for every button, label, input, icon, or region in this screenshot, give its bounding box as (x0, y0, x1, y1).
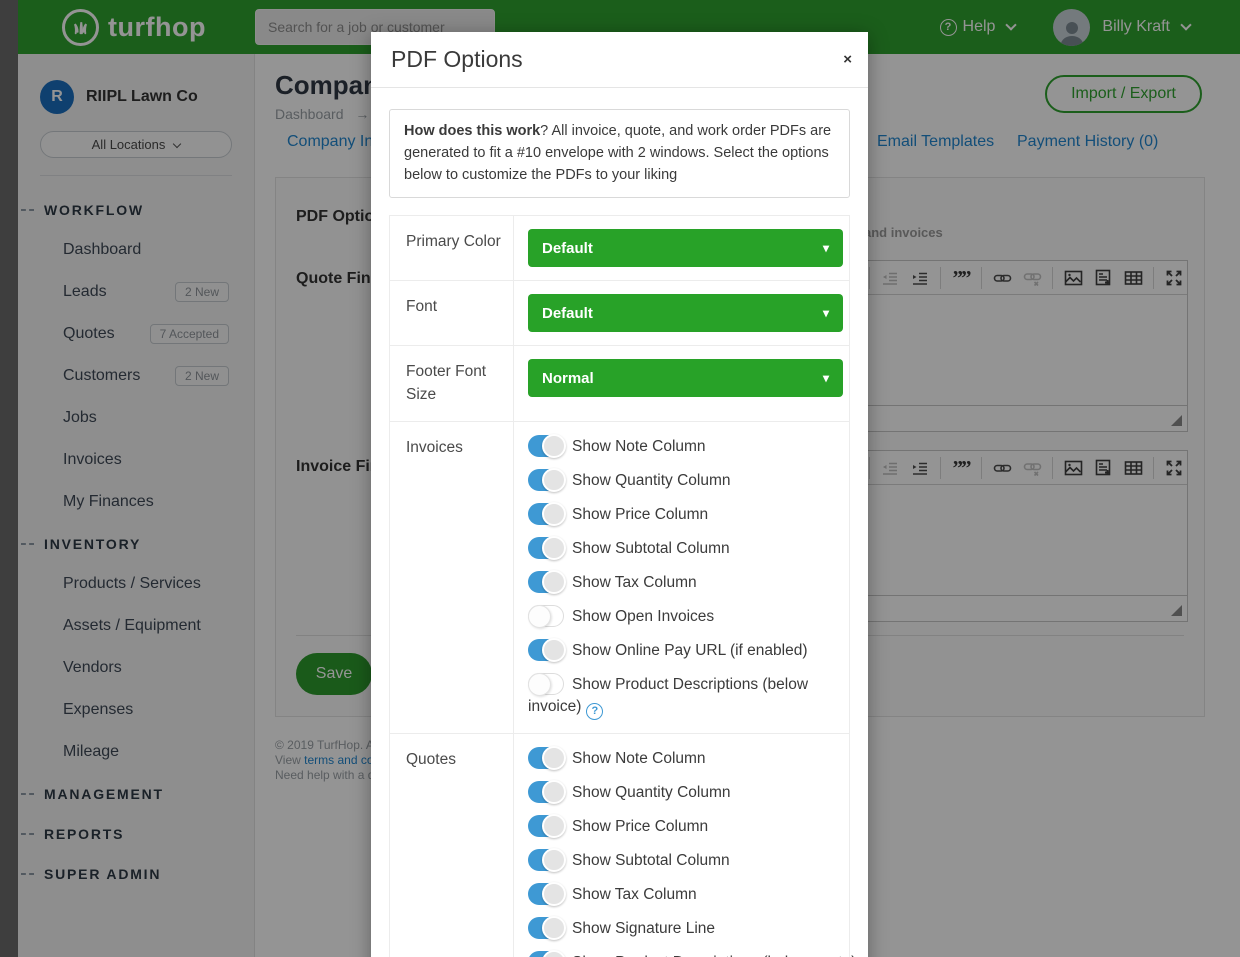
toggle-invoices-note-column[interactable] (528, 435, 564, 457)
modal-intro: How does this work? All invoice, quote, … (389, 109, 850, 198)
app-page: turfhop ? Help Billy Kraft R RIIPL L (0, 0, 1240, 957)
toggle-label: Show Signature Line (572, 920, 715, 937)
toggle-label: Show Tax Column (572, 574, 697, 591)
toggle-label: Show Price Column (572, 506, 708, 523)
toggle-invoices-quantity-column[interactable] (528, 469, 564, 491)
toggle-label: Show Tax Column (572, 886, 697, 903)
toggle-invoices-online-pay-url[interactable] (528, 639, 564, 661)
toggle-invoices-subtotal-column[interactable] (528, 537, 564, 559)
toggle-quotes-note-column[interactable] (528, 747, 564, 769)
caret-down-icon: ▾ (823, 241, 829, 255)
toggle-label: Show Note Column (572, 750, 706, 767)
footer-font-size-row: Footer Font Size Normal ▾ (390, 346, 849, 422)
modal-title: PDF Options (391, 46, 523, 73)
footer-font-size-select[interactable]: Normal ▾ (528, 359, 843, 397)
caret-down-icon: ▾ (823, 371, 829, 385)
toggle-quotes-quantity-column[interactable] (528, 781, 564, 803)
toggle-quotes-signature-line[interactable] (528, 917, 564, 939)
toggle-label: Show Quantity Column (572, 472, 731, 489)
pdf-options-table: Primary Color Default ▾ Font Default ▾ (389, 215, 850, 957)
toggle-invoices-price-column[interactable] (528, 503, 564, 525)
invoices-group-label: Invoices (390, 422, 514, 733)
toggle-invoices-tax-column[interactable] (528, 571, 564, 593)
toggle-quotes-subtotal-column[interactable] (528, 849, 564, 871)
invoices-toggle-row: Invoices Show Note Column Show Quantity … (390, 422, 849, 734)
primary-color-row: Primary Color Default ▾ (390, 216, 849, 281)
quotes-toggle-row: Quotes Show Note Column Show Quantity Co… (390, 734, 849, 957)
quotes-group-label: Quotes (390, 734, 514, 957)
toggle-label: Show Online Pay URL (if enabled) (572, 642, 808, 659)
modal-header: PDF Options × (371, 32, 868, 88)
font-select[interactable]: Default ▾ (528, 294, 843, 332)
toggle-label: Show Open Invoices (572, 608, 714, 625)
toggle-label: Show Product Descriptions (below invoice… (528, 676, 808, 715)
toggle-invoices-open-invoices[interactable] (528, 605, 564, 627)
toggle-invoices-product-descriptions[interactable] (528, 673, 564, 695)
toggle-quotes-price-column[interactable] (528, 815, 564, 837)
toggle-quotes-tax-column[interactable] (528, 883, 564, 905)
toggle-label: Show Subtotal Column (572, 852, 730, 869)
help-icon[interactable]: ? (586, 703, 603, 720)
caret-down-icon: ▾ (823, 306, 829, 320)
toggle-label: Show Subtotal Column (572, 540, 730, 557)
font-label: Font (390, 281, 514, 345)
pdf-options-modal: PDF Options × How does this work? All in… (371, 32, 868, 957)
toggle-quotes-product-descriptions[interactable] (528, 951, 564, 957)
primary-color-select[interactable]: Default ▾ (528, 229, 843, 267)
intro-bold: How does this work (404, 123, 540, 139)
toggle-label: Show Price Column (572, 818, 708, 835)
toggle-label: Show Note Column (572, 438, 706, 455)
footer-font-size-label: Footer Font Size (390, 346, 514, 421)
toggle-label: Show Quantity Column (572, 784, 731, 801)
font-row: Font Default ▾ (390, 281, 849, 346)
close-icon[interactable]: × (843, 52, 852, 67)
primary-color-label: Primary Color (390, 216, 514, 280)
